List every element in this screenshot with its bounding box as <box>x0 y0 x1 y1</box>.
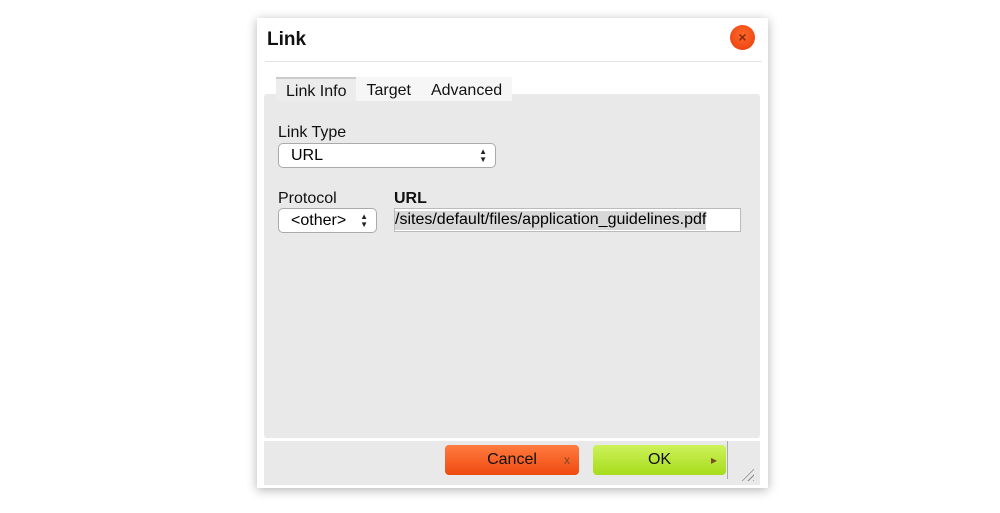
url-value: /sites/default/files/application_guideli… <box>395 211 707 230</box>
url-label: URL <box>394 190 427 207</box>
ok-label: OK <box>647 451 672 468</box>
x-icon: x <box>564 453 570 467</box>
close-icon[interactable]: × <box>730 25 755 50</box>
tab-panel: Link Type URL ▲ ▼ Protocol URL <other> ▲ ▼… <box>264 94 760 438</box>
tab-target[interactable]: Target <box>356 77 420 101</box>
tab-advanced[interactable]: Advanced <box>421 77 512 101</box>
ok-button[interactable]: OK ▸ <box>593 445 726 475</box>
select-arrows-icon: ▲ ▼ <box>360 212 368 229</box>
protocol-select[interactable]: <other> ▲ ▼ <box>278 208 377 233</box>
dialog-footer: Cancel x OK ▸ <box>264 440 760 485</box>
link-type-value: URL <box>291 147 324 164</box>
select-arrows-icon: ▲ ▼ <box>479 147 487 164</box>
cancel-button[interactable]: Cancel x <box>445 445 579 475</box>
protocol-label: Protocol <box>278 190 337 207</box>
tab-link-info[interactable]: Link Info <box>276 77 357 101</box>
link-type-label: Link Type <box>278 124 347 141</box>
cancel-label: Cancel <box>487 451 537 468</box>
link-dialog: Link × Link Type URL ▲ ▼ Protocol URL <ot… <box>257 18 768 488</box>
arrow-right-icon: ▸ <box>710 453 717 467</box>
protocol-value: <other> <box>291 212 347 229</box>
tab-bar: Link Info Target Advanced <box>276 77 513 101</box>
dialog-title: Link <box>267 29 307 50</box>
link-type-select[interactable]: URL ▲ ▼ <box>278 143 496 168</box>
header-divider <box>265 61 762 62</box>
footer-separator <box>727 441 728 479</box>
url-input[interactable]: /sites/default/files/application_guideli… <box>394 208 741 232</box>
resize-grip-icon[interactable] <box>740 467 754 481</box>
